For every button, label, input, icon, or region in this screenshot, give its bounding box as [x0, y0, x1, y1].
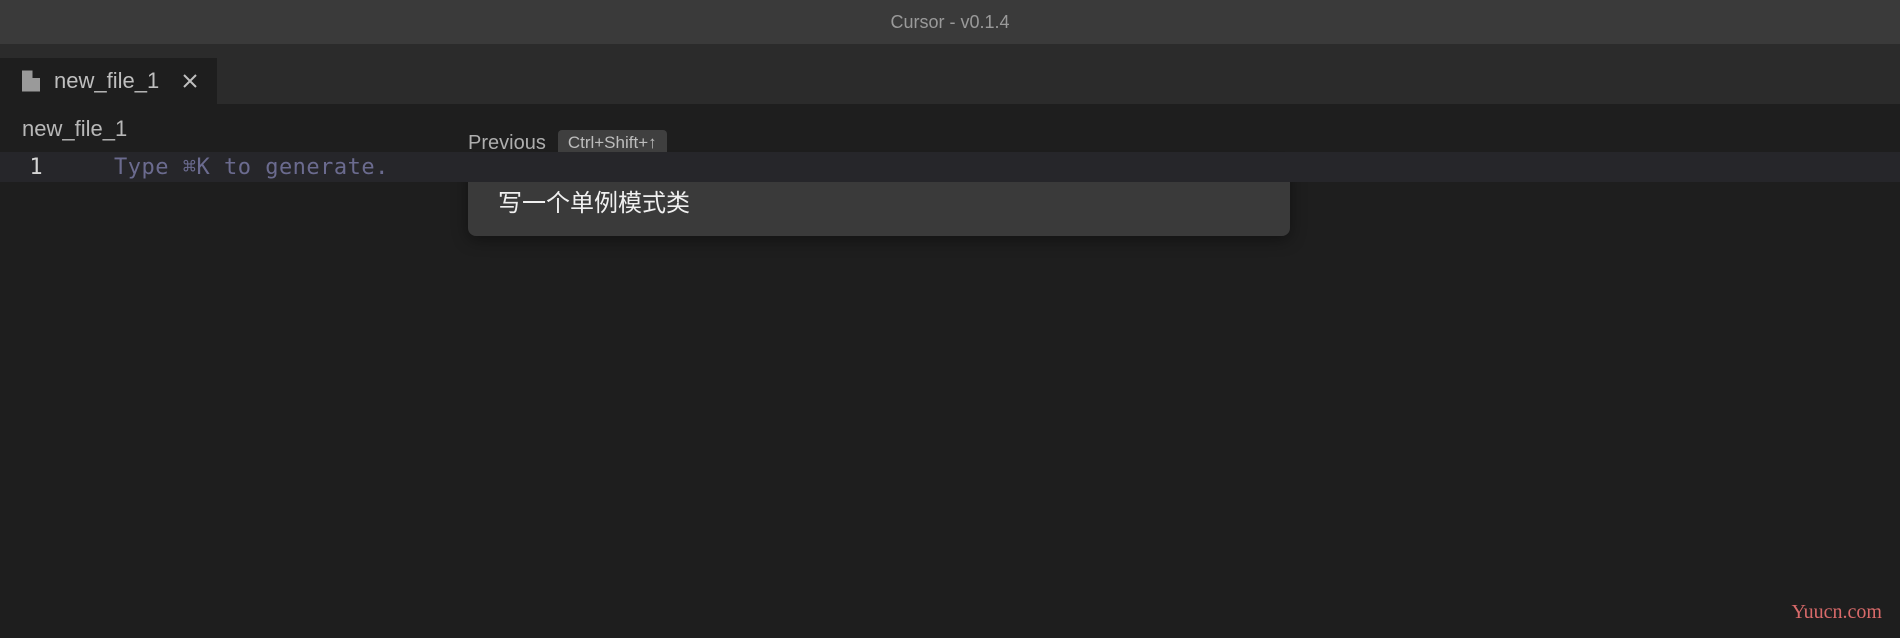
tab-bar: new_file_1: [0, 44, 1900, 104]
app-title: Cursor - v0.1.4: [890, 12, 1009, 33]
breadcrumb-filename: new_file_1: [22, 116, 127, 142]
editor[interactable]: 1 Type ⌘K to generate.: [0, 152, 1900, 620]
tab-new-file-1[interactable]: new_file_1: [0, 58, 217, 104]
line-number: 1: [0, 155, 72, 180]
close-icon[interactable]: [181, 72, 199, 90]
titlebar: Cursor - v0.1.4: [0, 0, 1900, 44]
editor-placeholder: Type ⌘K to generate.: [72, 155, 389, 180]
file-icon: [22, 70, 40, 92]
breadcrumb: new_file_1: [0, 104, 1900, 152]
editor-line[interactable]: 1 Type ⌘K to generate.: [0, 152, 1900, 182]
tab-label: new_file_1: [54, 68, 159, 94]
watermark: Yuucn.com: [1791, 601, 1882, 624]
